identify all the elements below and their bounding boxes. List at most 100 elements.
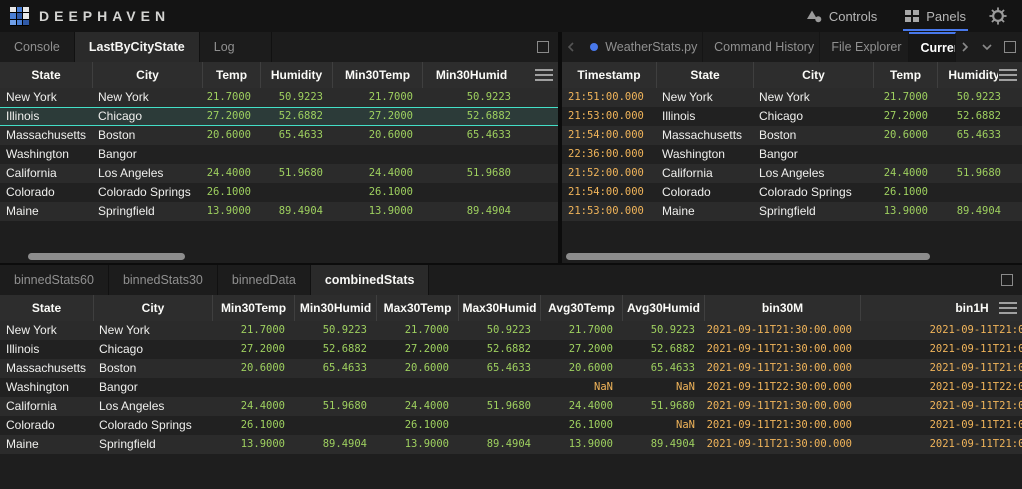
- column-header-City[interactable]: City: [93, 295, 212, 321]
- settings-button[interactable]: [984, 0, 1012, 32]
- column-header-bin30M[interactable]: bin30M: [704, 295, 860, 321]
- table-row[interactable]: MassachusettsBoston20.600065.463320.6000…: [0, 126, 558, 145]
- lastby-panel: ConsoleLastByCityStateLog StateCityTempH…: [0, 32, 558, 263]
- column-header-State[interactable]: State: [656, 62, 753, 88]
- tab-scroll-right-button[interactable]: [956, 32, 974, 62]
- tab-combinedStats[interactable]: combinedStats: [311, 265, 430, 295]
- table-row[interactable]: CaliforniaLos Angeles24.400051.968024.40…: [0, 397, 1022, 416]
- table-row[interactable]: New YorkNew York21.700050.922321.700050.…: [0, 321, 1022, 340]
- column-header-State[interactable]: State: [0, 62, 92, 88]
- cell: 20.6000: [873, 126, 937, 145]
- scrollbar-thumb[interactable]: [566, 253, 930, 260]
- column-header-Temp[interactable]: Temp: [873, 62, 937, 88]
- cell: Springfield: [753, 202, 873, 221]
- cell: [422, 183, 520, 202]
- table-menu-icon[interactable]: [534, 67, 554, 83]
- cell: 65.4633: [294, 359, 376, 378]
- cell: 52.6882: [622, 340, 704, 359]
- cell: [458, 378, 540, 397]
- table-row[interactable]: 22:36:00.000WashingtonBangor: [562, 145, 1022, 164]
- horizontal-scrollbar[interactable]: [562, 253, 1022, 261]
- cell: Illinois: [0, 107, 92, 126]
- table-row[interactable]: MaineSpringfield13.900089.490413.900089.…: [0, 435, 1022, 454]
- cell: 13.9000: [212, 435, 294, 454]
- panels-button[interactable]: Panels: [895, 0, 976, 32]
- tab-Log[interactable]: Log: [200, 32, 272, 62]
- table-row[interactable]: WashingtonBangor: [0, 145, 558, 164]
- scrollbar-thumb[interactable]: [28, 253, 185, 260]
- table-header-row: StateCityTempHumidityMin30TempMin30Humid: [0, 62, 558, 88]
- cell: 20.6000: [540, 359, 622, 378]
- table-row[interactable]: WashingtonBangorNaNNaN2021-09-11T22:30:0…: [0, 378, 1022, 397]
- tab-scroll-left-button[interactable]: [562, 32, 579, 62]
- cell: [294, 416, 376, 435]
- tab-binnedData[interactable]: binnedData: [218, 265, 311, 295]
- cell: 27.2000: [212, 340, 294, 359]
- tab-overflow-button[interactable]: [978, 32, 996, 62]
- table-row[interactable]: 21:54:00.000ColoradoColorado Springs26.1…: [562, 183, 1022, 202]
- cell: Massachusetts: [0, 359, 93, 378]
- column-header-Avg30Temp[interactable]: Avg30Temp: [540, 295, 622, 321]
- cell: Chicago: [93, 340, 212, 359]
- cell: Maine: [0, 202, 92, 221]
- column-header-Humidity[interactable]: Humidity: [260, 62, 332, 88]
- cell: 2021-09-11T21:30:00.000: [704, 359, 860, 378]
- table-row[interactable]: MaineSpringfield13.900089.490413.900089.…: [0, 202, 558, 221]
- controls-button[interactable]: Controls: [796, 0, 887, 32]
- column-header-City[interactable]: City: [92, 62, 202, 88]
- tab-binnedStats60[interactable]: binnedStats60: [0, 265, 109, 295]
- cell: [937, 145, 1010, 164]
- lastby-tabbar: ConsoleLastByCityStateLog: [0, 32, 558, 62]
- table-menu-icon[interactable]: [998, 300, 1018, 316]
- horizontal-scrollbar[interactable]: [0, 253, 558, 261]
- table-row[interactable]: 21:52:00.000CaliforniaLos Angeles24.4000…: [562, 164, 1022, 183]
- tab-label: combinedStats: [325, 273, 415, 287]
- cell: Springfield: [93, 435, 212, 454]
- column-header-Min30Temp[interactable]: Min30Temp: [212, 295, 294, 321]
- column-header-Timestamp[interactable]: Timestamp: [562, 62, 656, 88]
- table-row[interactable]: MassachusettsBoston20.600065.463320.6000…: [0, 359, 1022, 378]
- cell: 2021-09-11T21:00:00.000: [860, 435, 1022, 454]
- maximize-icon[interactable]: [1001, 274, 1013, 286]
- cell: Los Angeles: [753, 164, 873, 183]
- cell: Boston: [92, 126, 202, 145]
- table-row[interactable]: CaliforniaLos Angeles24.400051.968024.40…: [0, 164, 558, 183]
- column-header-Temp[interactable]: Temp: [202, 62, 260, 88]
- table-row[interactable]: 21:54:00.000MassachusettsBoston20.600065…: [562, 126, 1022, 145]
- tab-Command History[interactable]: Command History: [703, 32, 820, 62]
- column-header-Min30Humid[interactable]: Min30Humid: [422, 62, 520, 88]
- tab-Curren[interactable]: Curren: [909, 32, 956, 62]
- combined-stats-table: StateCityMin30TempMin30HumidMax30TempMax…: [0, 295, 1022, 489]
- table-row[interactable]: IllinoisChicago27.200052.688227.200052.6…: [0, 107, 558, 126]
- column-header-Max30Temp[interactable]: Max30Temp: [376, 295, 458, 321]
- column-header-Max30Humid[interactable]: Max30Humid: [458, 295, 540, 321]
- cell: 24.4000: [202, 164, 260, 183]
- column-header-Avg30Humid[interactable]: Avg30Humid: [622, 295, 704, 321]
- maximize-icon[interactable]: [537, 41, 549, 53]
- cell: 21.7000: [202, 88, 260, 107]
- table-row[interactable]: IllinoisChicago27.200052.688227.200052.6…: [0, 340, 1022, 359]
- maximize-icon[interactable]: [1004, 41, 1016, 53]
- tab-binnedStats30[interactable]: binnedStats30: [109, 265, 218, 295]
- cell: 65.4633: [422, 126, 520, 145]
- table-row[interactable]: 21:51:00.000New YorkNew York21.700050.92…: [562, 88, 1022, 107]
- tab-File Explorer[interactable]: File Explorer: [820, 32, 909, 62]
- cell: Springfield: [92, 202, 202, 221]
- table-row[interactable]: 21:53:00.000IllinoisChicago27.200052.688…: [562, 107, 1022, 126]
- table-row[interactable]: New YorkNew York21.700050.922321.700050.…: [0, 88, 558, 107]
- table-row[interactable]: ColoradoColorado Springs26.100026.1000: [0, 183, 558, 202]
- column-header-Min30Humid[interactable]: Min30Humid: [294, 295, 376, 321]
- column-header-City[interactable]: City: [753, 62, 873, 88]
- tab-label: binnedStats60: [14, 273, 94, 287]
- table-row[interactable]: ColoradoColorado Springs26.100026.100026…: [0, 416, 1022, 435]
- column-header-Min30Temp[interactable]: Min30Temp: [332, 62, 422, 88]
- table-row[interactable]: 21:53:00.000MaineSpringfield13.900089.49…: [562, 202, 1022, 221]
- cell: 51.9680: [458, 397, 540, 416]
- cell: 2021-09-11T21:30:00.000: [704, 321, 860, 340]
- table-header-row: StateCityMin30TempMin30HumidMax30TempMax…: [0, 295, 1022, 321]
- table-menu-icon[interactable]: [998, 67, 1018, 83]
- tab-WeatherStats.py[interactable]: WeatherStats.py: [579, 32, 703, 62]
- tab-Console[interactable]: Console: [0, 32, 75, 62]
- tab-LastByCityState[interactable]: LastByCityState: [75, 32, 200, 62]
- column-header-State[interactable]: State: [0, 295, 93, 321]
